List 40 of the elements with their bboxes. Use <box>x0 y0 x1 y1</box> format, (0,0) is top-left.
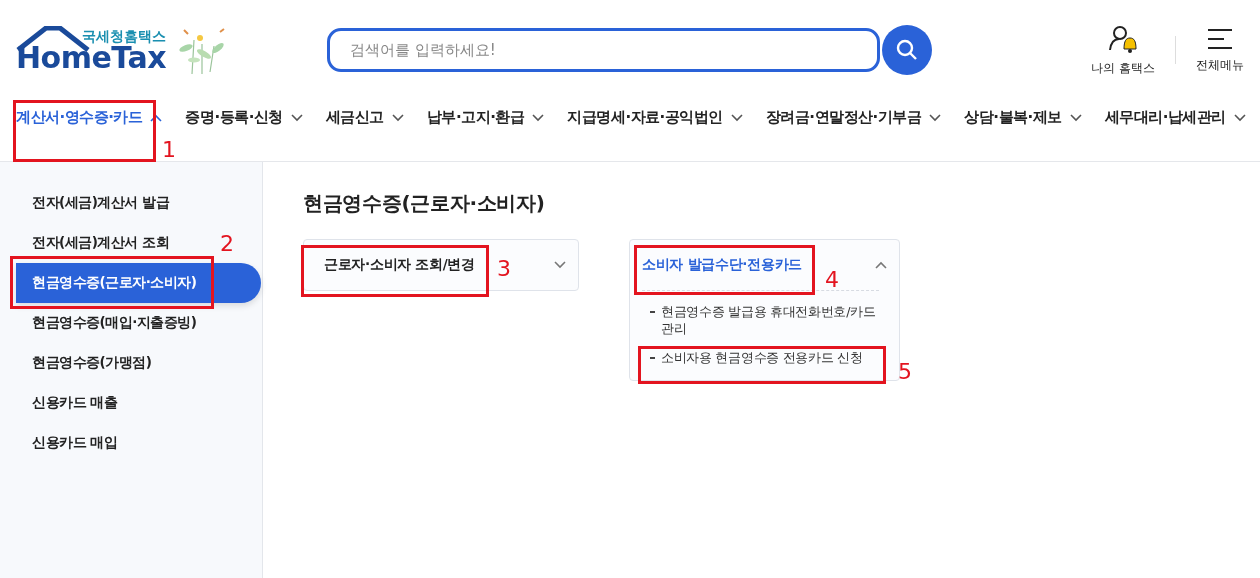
sidebar-item[interactable]: 전자(세금)계산서 발급 <box>32 183 170 223</box>
nav-tab[interactable]: 계산서·영수증·카드 <box>16 108 163 127</box>
chevron-icon <box>532 113 545 122</box>
chevron-icon <box>290 113 303 122</box>
step-number: 4 <box>825 268 839 292</box>
nav-tab[interactable]: 납부·고지·환급 <box>426 108 545 127</box>
chevron-icon <box>730 113 743 122</box>
sidebar-item[interactable]: 전자(세금)계산서 조회 <box>32 223 170 263</box>
my-hometax-button[interactable]: 나의 홈택스 <box>1091 23 1155 77</box>
step-number: 2 <box>220 232 234 256</box>
nav-tab[interactable]: 상담·불복·제보 <box>964 108 1082 127</box>
menu-icon <box>1206 26 1234 51</box>
all-menu-button[interactable]: 전체메뉴 <box>1196 26 1244 74</box>
step-number: 1 <box>162 138 176 162</box>
search-field[interactable]: 검색어를 입력하세요! <box>327 28 880 72</box>
submenu-link[interactable]: 현금영수증 발급용 휴대전화번호/카드관리 <box>642 303 879 337</box>
sidebar-item[interactable]: 현금영수증(가맹점) <box>32 343 152 383</box>
hometax-logo[interactable]: 국세청홈택스 HomeTax <box>16 28 166 74</box>
nav-tab[interactable]: 장려금·연말정산·기부금 <box>765 108 942 127</box>
search-icon <box>896 39 918 61</box>
submenu-link[interactable]: 소비자용 현금영수증 전용카드 신청 <box>642 349 879 366</box>
chevron-icon <box>554 261 566 269</box>
nav-tab[interactable]: 지급명세·자료·공익법인 <box>567 108 743 127</box>
sidebar-item[interactable]: 신용카드 매출 <box>32 383 118 423</box>
chevron-icon <box>1069 113 1082 122</box>
nav-tab[interactable]: 세무대리·납세관리 <box>1104 108 1246 127</box>
nav-tab[interactable]: 세금신고 <box>325 108 404 127</box>
chevron-icon <box>391 113 404 122</box>
chevron-icon <box>1233 113 1246 122</box>
sidebar-item[interactable]: 신용카드 매입 <box>32 423 118 463</box>
nav-tab[interactable]: 증명·등록·신청 <box>185 108 303 127</box>
chevron-icon <box>150 113 163 122</box>
sidebar-item[interactable]: 현금영수증(근로자·소비자) <box>16 263 261 303</box>
step-number: 3 <box>497 257 511 281</box>
sidebar-item[interactable]: 현금영수증(매입·지출증빙) <box>32 303 197 343</box>
chevron-icon <box>929 113 942 122</box>
search-button[interactable] <box>882 25 932 75</box>
page-title: 현금영수증(근로자·소비자) <box>303 190 546 217</box>
step-number: 5 <box>898 360 912 384</box>
chevron-icon <box>875 261 887 269</box>
